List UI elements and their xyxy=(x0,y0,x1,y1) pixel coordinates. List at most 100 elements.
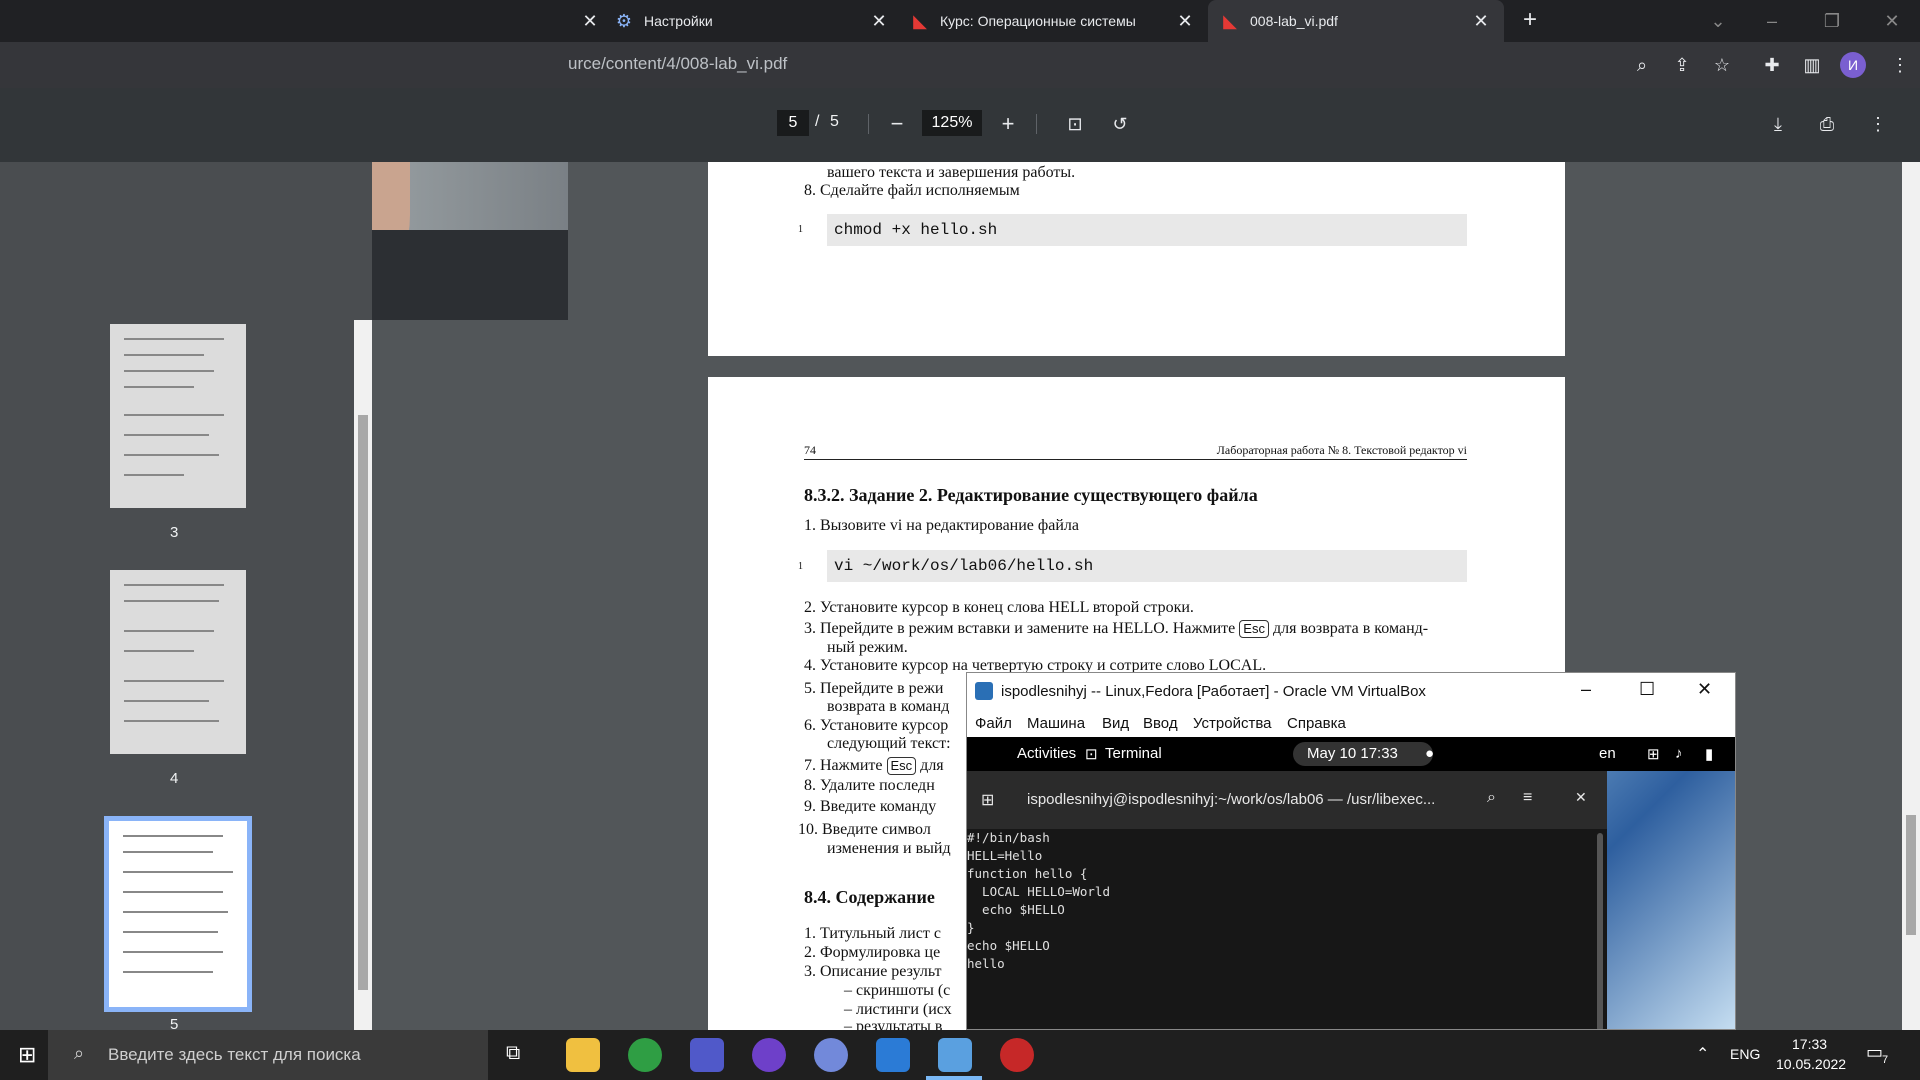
gnome-clock[interactable]: May 10 17:33 xyxy=(1307,745,1398,762)
taskbar-search[interactable]: ⌕ Введите здесь текст для поиска xyxy=(48,1030,488,1080)
main-scroll-thumb[interactable] xyxy=(1906,815,1916,935)
windows-start-icon[interactable]: ⊞ xyxy=(18,1042,36,1068)
terminal-window[interactable]: ⊞ ispodlesnihyj@ispodlesnihyj:~/work/os/… xyxy=(967,771,1607,1029)
zoom-icon[interactable]: ⌕ xyxy=(1630,53,1654,77)
tab-search-icon[interactable]: ⌄ xyxy=(1706,9,1730,33)
sidepanel-icon[interactable]: ▥ xyxy=(1800,53,1824,77)
download-icon[interactable]: ⤓ xyxy=(1766,112,1790,136)
maximize-icon[interactable]: ☐ xyxy=(1639,679,1655,700)
tab-close-icon[interactable]: ✕ xyxy=(1472,12,1490,30)
list-item: 1. Вызовите vi на редактирование файла xyxy=(804,517,1080,534)
virtualbox-vm-icon[interactable] xyxy=(938,1038,972,1072)
section-heading: 8.4. Содержание xyxy=(804,887,935,907)
zoom-in-icon[interactable]: + xyxy=(996,112,1020,136)
menu-machine[interactable]: Машина xyxy=(1027,715,1085,732)
menu-devices[interactable]: Устройства xyxy=(1193,715,1271,732)
menu-help[interactable]: Справка xyxy=(1287,715,1346,732)
github-desktop-icon[interactable] xyxy=(752,1038,786,1072)
share-icon[interactable]: ⇪ xyxy=(1670,53,1694,77)
list-item: ный режим. xyxy=(827,639,908,656)
activities-button[interactable]: Activities xyxy=(1017,745,1076,762)
terminal-app-icon: ⊡ xyxy=(1085,746,1098,763)
vbox-titlebar[interactable]: ispodlesnihyj -- Linux,Fedora [Работает]… xyxy=(967,673,1735,711)
virtualbox-taskbar-icon[interactable] xyxy=(876,1038,910,1072)
address-bar: urce/content/4/008-lab_vi.pdf ⌕ ⇪ ☆ ✚ ▥ … xyxy=(0,42,1920,88)
list-item: 2. Установите курсор в конец слова HELL … xyxy=(804,599,1194,616)
thumbnail-page-5-selected[interactable] xyxy=(104,816,252,1012)
zoom-input[interactable]: 125% xyxy=(922,110,982,136)
tab-close-icon[interactable]: ✕ xyxy=(1176,12,1194,30)
page-text: вашего текста и завершения работы. xyxy=(827,164,1076,181)
virtualbox-icon xyxy=(975,682,993,700)
active-app-indicator xyxy=(926,1076,982,1080)
battery-icon[interactable]: ▮ xyxy=(1705,745,1713,763)
minimize-icon[interactable]: – xyxy=(1760,9,1784,33)
menu-file[interactable]: Файл xyxy=(975,715,1012,732)
close-icon[interactable]: ✕ xyxy=(578,9,602,33)
zoom-out-icon[interactable]: − xyxy=(885,112,909,136)
obs-icon[interactable] xyxy=(1000,1038,1034,1072)
language-indicator[interactable]: ENG xyxy=(1730,1046,1760,1062)
windows-taskbar: ⊞ ⌕ Введите здесь текст для поиска ⧉ ⌃ E… xyxy=(0,1030,1920,1080)
tab-settings[interactable]: ⚙ Настройки ✕ xyxy=(612,0,902,42)
print-icon[interactable]: ⎙ xyxy=(1815,112,1839,136)
volume-icon[interactable]: ♪ xyxy=(1675,745,1683,762)
network-icon[interactable]: ⊞ xyxy=(1647,745,1660,763)
list-item: – листинги (исх xyxy=(844,1001,952,1018)
code-line-number: 1 xyxy=(798,224,803,235)
thumbnail-label: 4 xyxy=(170,770,179,787)
tab-course[interactable]: ◣ Курс: Операционные системы ✕ xyxy=(908,0,1208,42)
page-number-input[interactable]: 5 xyxy=(777,110,809,136)
file-explorer-icon[interactable] xyxy=(566,1038,600,1072)
esc-key: Esc xyxy=(1239,620,1269,638)
list-item: следующий текст: xyxy=(827,735,951,752)
more-icon[interactable]: ⋮ xyxy=(1866,112,1890,136)
clock-date[interactable]: 10.05.2022 xyxy=(1776,1056,1846,1072)
menu-icon[interactable]: ⋮ xyxy=(1888,53,1912,77)
notifications-icon[interactable]: ▭ xyxy=(1866,1042,1883,1063)
search-icon[interactable]: ⌕ xyxy=(1487,789,1496,807)
avatar[interactable]: И xyxy=(1840,52,1866,78)
thumbnail-page-3[interactable] xyxy=(110,324,246,508)
task-view-icon[interactable]: ⧉ xyxy=(506,1042,520,1065)
teams-icon[interactable] xyxy=(690,1038,724,1072)
menu-input[interactable]: Ввод xyxy=(1143,715,1178,732)
tab-pdf[interactable]: ◣ 008-lab_vi.pdf ✕ xyxy=(1208,0,1504,42)
terminal-title: ispodlesnihyj@ispodlesnihyj:~/work/os/la… xyxy=(1027,791,1436,808)
new-tab-icon[interactable]: ⊞ xyxy=(981,790,994,810)
terminal-output[interactable]: #!/bin/bash HELL=Hello function hello { … xyxy=(967,829,1597,1029)
rotate-icon[interactable]: ↺ xyxy=(1108,112,1132,136)
new-tab-icon[interactable]: + xyxy=(1518,8,1542,32)
thumbnail-page-4[interactable] xyxy=(110,570,246,754)
vbox-menubar: Файл Машина Вид Ввод Устройства Справка xyxy=(967,711,1735,737)
divider xyxy=(868,114,869,134)
fit-page-icon[interactable]: ⊡ xyxy=(1063,112,1087,136)
chrome-icon[interactable] xyxy=(628,1038,662,1072)
list-item: 3. Описание результ xyxy=(804,963,942,980)
minimize-icon[interactable]: – xyxy=(1581,679,1591,700)
app-menu[interactable]: Terminal xyxy=(1105,745,1162,762)
window-close-icon[interactable]: ✕ xyxy=(1880,9,1904,33)
close-icon[interactable]: ✕ xyxy=(1575,789,1587,806)
tab-close-icon[interactable]: ✕ xyxy=(870,12,888,30)
divider xyxy=(1036,114,1037,134)
url-field[interactable]: urce/content/4/008-lab_vi.pdf xyxy=(568,54,787,74)
page-number: 74 xyxy=(804,443,816,457)
notification-count: 7 xyxy=(1882,1054,1889,1066)
restore-icon[interactable]: ❐ xyxy=(1820,9,1844,33)
pdf-icon: ◣ xyxy=(1223,11,1237,31)
extensions-icon[interactable]: ✚ xyxy=(1760,53,1784,77)
tray-chevron-icon[interactable]: ⌃ xyxy=(1696,1044,1709,1064)
clock-time[interactable]: 17:33 xyxy=(1792,1036,1827,1052)
hamburger-menu-icon[interactable]: ≡ xyxy=(1523,789,1532,807)
terminal-scrollbar[interactable] xyxy=(1597,833,1603,1029)
total-pages: 5 xyxy=(830,113,839,130)
sidebar-scroll-thumb[interactable] xyxy=(358,415,368,990)
menu-view[interactable]: Вид xyxy=(1102,715,1129,732)
keyboard-layout[interactable]: en xyxy=(1599,745,1616,762)
close-icon[interactable]: ✕ xyxy=(1697,679,1712,700)
list-item: 5. Перейдите в режи xyxy=(804,680,944,697)
virtualbox-window[interactable]: ispodlesnihyj -- Linux,Fedora [Работает]… xyxy=(966,672,1736,1030)
discord-icon[interactable] xyxy=(814,1038,848,1072)
star-icon[interactable]: ☆ xyxy=(1710,53,1734,77)
